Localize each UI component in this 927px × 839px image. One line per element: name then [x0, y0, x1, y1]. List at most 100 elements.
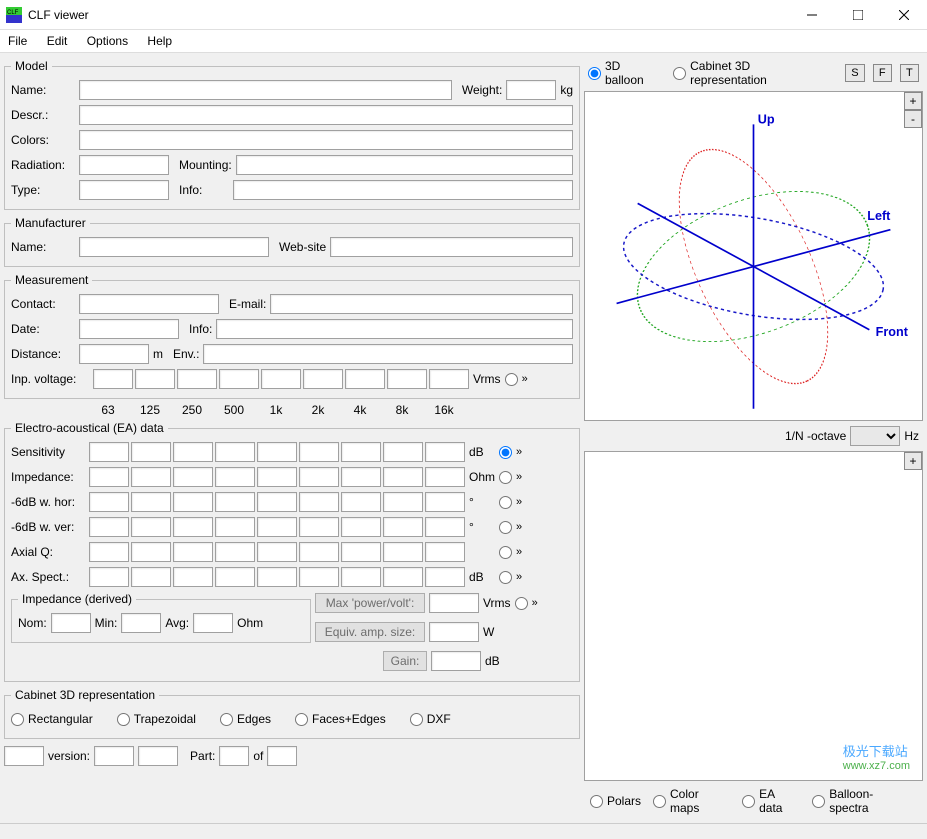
- ea-cell[interactable]: [299, 542, 339, 562]
- view-t-button[interactable]: T: [900, 64, 919, 82]
- equiv-input[interactable]: [429, 622, 479, 642]
- info-input[interactable]: [233, 180, 573, 200]
- ea-cell[interactable]: [383, 567, 423, 587]
- ea-cell[interactable]: [425, 517, 465, 537]
- ea-cell[interactable]: [131, 467, 171, 487]
- ea-cell[interactable]: [425, 442, 465, 462]
- ea-cell[interactable]: [257, 492, 297, 512]
- ea-cell[interactable]: [131, 567, 171, 587]
- tab-balloonspectra[interactable]: Balloon-spectra: [812, 787, 911, 815]
- ea-cell[interactable]: [341, 567, 381, 587]
- equiv-button[interactable]: Equiv. amp. size:: [315, 622, 425, 642]
- cab3d-edges[interactable]: Edges: [220, 712, 271, 726]
- ea-cell[interactable]: [173, 517, 213, 537]
- min-input[interactable]: [121, 613, 161, 633]
- ea-cell[interactable]: [89, 467, 129, 487]
- ea-cell[interactable]: [89, 492, 129, 512]
- axsp-radio[interactable]: [499, 571, 512, 584]
- tab-polars[interactable]: Polars: [590, 794, 641, 808]
- distance-input[interactable]: [79, 344, 149, 364]
- contact-input[interactable]: [79, 294, 219, 314]
- ea-cell[interactable]: [131, 442, 171, 462]
- inpvolt-cell[interactable]: [177, 369, 217, 389]
- ea-cell[interactable]: [215, 517, 255, 537]
- website-input[interactable]: [330, 237, 573, 257]
- version-a-input[interactable]: [94, 746, 134, 766]
- viewer-scroll-minus[interactable]: -: [904, 110, 922, 128]
- cab3d-dxf[interactable]: DXF: [410, 712, 451, 726]
- axq-radio[interactable]: [499, 546, 512, 559]
- view-f-button[interactable]: F: [873, 64, 892, 82]
- ea-cell[interactable]: [299, 517, 339, 537]
- mfr-name-input[interactable]: [79, 237, 269, 257]
- ea-cell[interactable]: [341, 542, 381, 562]
- inpvolt-cell[interactable]: [261, 369, 301, 389]
- ea-cell[interactable]: [383, 517, 423, 537]
- lower-viewer[interactable]: + 极光下载站 www.xz7.com: [584, 451, 923, 781]
- inpvolt-cell[interactable]: [93, 369, 133, 389]
- ver-radio[interactable]: [499, 521, 512, 534]
- octave-select[interactable]: [850, 426, 900, 446]
- meas-info-input[interactable]: [216, 319, 573, 339]
- tab-eadata[interactable]: EA data: [742, 787, 800, 815]
- 3d-viewer[interactable]: + - Up Left Front: [584, 91, 923, 421]
- impedance-radio[interactable]: [499, 471, 512, 484]
- ea-cell[interactable]: [425, 567, 465, 587]
- lower-scroll-plus[interactable]: +: [904, 452, 922, 470]
- ea-cell[interactable]: [425, 542, 465, 562]
- inpvolt-cell[interactable]: [429, 369, 469, 389]
- ea-cell[interactable]: [173, 467, 213, 487]
- descr-input[interactable]: [79, 105, 573, 125]
- sensitivity-radio[interactable]: [499, 446, 512, 459]
- maxpower-button[interactable]: Max 'power/volt':: [315, 593, 425, 613]
- inpvolt-cell[interactable]: [303, 369, 343, 389]
- ea-cell[interactable]: [89, 567, 129, 587]
- menu-options[interactable]: Options: [87, 34, 128, 48]
- close-button[interactable]: [881, 0, 927, 30]
- ea-cell[interactable]: [383, 492, 423, 512]
- ea-cell[interactable]: [299, 492, 339, 512]
- ea-cell[interactable]: [341, 517, 381, 537]
- ea-cell[interactable]: [215, 442, 255, 462]
- weight-input[interactable]: [506, 80, 556, 100]
- inpvolt-cell[interactable]: [135, 369, 175, 389]
- ea-cell[interactable]: [257, 442, 297, 462]
- avg-input[interactable]: [193, 613, 233, 633]
- colors-input[interactable]: [79, 130, 573, 150]
- ea-cell[interactable]: [89, 442, 129, 462]
- menu-help[interactable]: Help: [147, 34, 172, 48]
- ea-cell[interactable]: [215, 567, 255, 587]
- ea-cell[interactable]: [89, 542, 129, 562]
- ea-cell[interactable]: [425, 467, 465, 487]
- ea-cell[interactable]: [341, 442, 381, 462]
- name-input[interactable]: [79, 80, 452, 100]
- ea-cell[interactable]: [299, 442, 339, 462]
- part-total-input[interactable]: [267, 746, 297, 766]
- ea-cell[interactable]: [299, 467, 339, 487]
- cab3d-trap[interactable]: Trapezoidal: [117, 712, 196, 726]
- menu-file[interactable]: File: [8, 34, 27, 48]
- ea-cell[interactable]: [257, 542, 297, 562]
- ea-cell[interactable]: [173, 542, 213, 562]
- hor-radio[interactable]: [499, 496, 512, 509]
- ea-cell[interactable]: [131, 492, 171, 512]
- part-input[interactable]: [219, 746, 249, 766]
- inpvolt-cell[interactable]: [219, 369, 259, 389]
- ea-cell[interactable]: [383, 542, 423, 562]
- ea-cell[interactable]: [341, 492, 381, 512]
- inpvolt-cell[interactable]: [345, 369, 385, 389]
- ea-cell[interactable]: [383, 467, 423, 487]
- viewer-scroll-plus[interactable]: +: [904, 92, 922, 110]
- menu-edit[interactable]: Edit: [47, 34, 68, 48]
- email-input[interactable]: [270, 294, 573, 314]
- ea-cell[interactable]: [131, 542, 171, 562]
- ea-cell[interactable]: [257, 517, 297, 537]
- ea-cell[interactable]: [173, 492, 213, 512]
- view3d-cabrep-radio[interactable]: Cabinet 3D representation: [673, 59, 823, 87]
- mounting-input[interactable]: [236, 155, 573, 175]
- date-input[interactable]: [79, 319, 179, 339]
- version-b-input[interactable]: [138, 746, 178, 766]
- ea-cell[interactable]: [89, 517, 129, 537]
- gain-button[interactable]: Gain:: [383, 651, 427, 671]
- inpvolt-radio[interactable]: [505, 373, 518, 386]
